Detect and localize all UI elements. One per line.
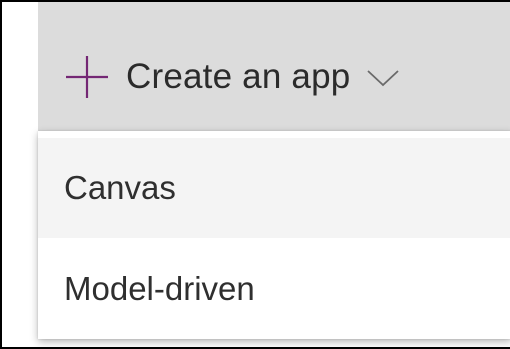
menu-item-model-driven[interactable]: Model-driven — [38, 238, 510, 339]
screenshot-frame: Create an app Canvas Model-driven — [0, 0, 510, 349]
menu-item-label: Canvas — [64, 169, 176, 206]
menu-item-label: Model-driven — [64, 269, 255, 307]
create-app-dropdown-menu: Canvas Model-driven — [38, 131, 510, 339]
menu-item-canvas[interactable]: Canvas — [38, 138, 510, 238]
chevron-down-icon[interactable] — [366, 65, 400, 89]
create-app-button[interactable]: Create an app — [38, 2, 510, 131]
create-app-label: Create an app — [126, 56, 351, 96]
plus-icon — [66, 55, 108, 98]
